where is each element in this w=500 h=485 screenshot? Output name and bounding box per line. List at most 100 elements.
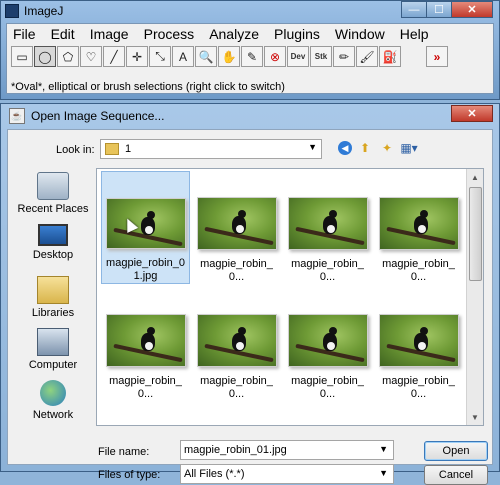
oval-tool-icon[interactable]: ◯ [34,46,56,67]
chevron-down-icon[interactable]: ▼ [379,468,388,478]
look-in-combo[interactable]: 1 ▼ [100,139,322,159]
file-name-field[interactable]: magpie_robin_01.jpg ▼ [180,440,394,460]
chevron-down-icon: ▼ [308,142,317,152]
dialog-close-button[interactable]: ✕ [451,105,493,122]
close-button[interactable]: ✕ [451,1,493,18]
menu-edit[interactable]: Edit [51,26,75,42]
navigation-icons: ◀ ⬆ ✦ ▦▾ [338,139,422,157]
place-label: Libraries [31,307,75,319]
file-grid: magpie_robin_01.jpg magpie_robin_0... ma… [101,171,465,408]
place-libraries[interactable]: Libraries [12,272,94,324]
file-thumbnail [105,198,186,249]
file-item[interactable]: magpie_robin_0... [192,171,281,284]
imagej-logo-icon [5,4,19,18]
file-list-pane[interactable]: magpie_robin_01.jpg magpie_robin_0... ma… [96,168,484,426]
imagej-body: File Edit Image Process Analyze Plugins … [6,23,494,94]
file-item[interactable]: magpie_robin_0... [101,288,190,401]
new-folder-icon[interactable]: ✦ [378,139,396,157]
file-name: magpie_robin_0... [200,258,273,283]
file-name-value: magpie_robin_01.jpg [184,444,287,456]
recent-places-icon [37,172,69,200]
menu-window[interactable]: Window [335,26,385,42]
magnifier-tool-icon[interactable]: 🔍 [195,46,217,67]
place-computer[interactable]: Computer [12,324,94,376]
file-name: magpie_robin_01.jpg [106,257,185,282]
file-thumbnail [287,314,368,367]
menu-help[interactable]: Help [400,26,429,42]
color-picker-tool-icon[interactable]: ✎ [241,46,263,67]
place-label: Desktop [32,249,74,261]
file-thumbnail [196,197,277,250]
scroll-thumb[interactable] [469,187,482,281]
place-label: Recent Places [17,203,89,215]
file-name: magpie_robin_0... [200,375,273,400]
view-menu-icon[interactable]: ▦▾ [400,139,418,157]
cancel-button[interactable]: Cancel [424,465,488,485]
dialog-titlebar[interactable]: ☕ Open Image Sequence... [1,104,499,128]
file-item[interactable]: magpie_robin_01.jpg [101,171,190,284]
menu-analyze[interactable]: Analyze [209,26,259,42]
menu-plugins[interactable]: Plugins [274,26,320,42]
file-name: magpie_robin_0... [382,375,455,400]
open-button[interactable]: Open [424,441,488,461]
imagej-window: ImageJ — ☐ ✕ File Edit Image Process Ana… [0,0,500,100]
file-item[interactable]: magpie_robin_0... [283,288,372,401]
file-item[interactable]: magpie_robin_0... [374,171,463,284]
file-name: magpie_robin_0... [382,258,455,283]
look-in-value: 1 [125,143,132,155]
wand-tool-icon[interactable]: ⤡ [149,46,171,67]
file-item[interactable]: magpie_robin_0... [374,288,463,401]
desktop-icon [38,224,68,246]
freehand-tool-icon[interactable]: ♡ [80,46,102,67]
scroll-up-icon[interactable]: ▲ [467,169,483,185]
brush-tool-icon[interactable]: 🖌 [356,46,378,67]
file-thumbnail [287,197,368,250]
maximize-button[interactable]: ☐ [426,1,452,18]
file-thumbnail [105,314,186,367]
file-thumbnail [196,314,277,367]
menu-process[interactable]: Process [144,26,195,42]
stack-menu-icon[interactable]: Stk [310,46,332,67]
up-folder-icon[interactable]: ⬆ [356,139,374,157]
menu-bar: File Edit Image Process Analyze Plugins … [7,24,493,44]
hand-tool-icon[interactable]: ✋ [218,46,240,67]
text-tool-icon[interactable]: A [172,46,194,67]
chevron-down-icon[interactable]: ▼ [379,444,388,454]
scroll-down-icon[interactable]: ▼ [467,409,483,425]
minimize-button[interactable]: — [401,1,427,18]
flood-fill-tool-icon[interactable]: ⛽ [379,46,401,67]
file-thumbnail [378,314,459,367]
polygon-tool-icon[interactable]: ⬠ [57,46,79,67]
file-name-label: File name: [98,446,150,458]
place-network[interactable]: Network [12,376,94,428]
tool-bar: ▭ ◯ ⬠ ♡ ╱ ✛ ⤡ A 🔍 ✋ ✎ ⊗ Dev Stk ✏ 🖌 ⛽ » [11,46,449,68]
status-text: *Oval*, elliptical or brush selections (… [11,81,285,93]
more-tools-icon[interactable]: » [426,46,448,67]
point-tool-icon[interactable]: ✛ [126,46,148,67]
place-desktop[interactable]: Desktop [12,220,94,272]
open-image-sequence-dialog: ☕ Open Image Sequence... ✕ Look in: 1 ▼ … [0,103,500,485]
back-icon[interactable]: ◀ [338,141,352,155]
window-controls: — ☐ ✕ [401,1,493,18]
look-in-label: Look in: [56,144,95,156]
place-label: Computer [28,359,78,371]
imagej-title: ImageJ [24,4,64,18]
developer-menu-icon[interactable]: Dev [287,46,309,67]
rectangle-tool-icon[interactable]: ▭ [11,46,33,67]
line-tool-icon[interactable]: ╱ [103,46,125,67]
dialog-body: Look in: 1 ▼ ◀ ⬆ ✦ ▦▾ Recent Places Desk… [7,129,493,485]
vertical-scrollbar[interactable]: ▲ ▼ [466,169,483,425]
file-item[interactable]: magpie_robin_0... [283,171,372,284]
libraries-icon [37,276,69,304]
folder-icon [105,143,119,155]
places-bar: Recent Places Desktop Libraries Computer… [12,168,94,428]
stop-tool-icon[interactable]: ⊗ [264,46,286,67]
menu-file[interactable]: File [13,26,36,42]
dialog-title: Open Image Sequence... [31,109,165,123]
files-of-type-select[interactable]: All Files (*.*) ▼ [180,464,394,484]
place-recent-places[interactable]: Recent Places [12,168,94,220]
file-item[interactable]: magpie_robin_0... [192,288,281,401]
network-icon [40,380,66,406]
pencil-tool-icon[interactable]: ✏ [333,46,355,67]
menu-image[interactable]: Image [90,26,129,42]
